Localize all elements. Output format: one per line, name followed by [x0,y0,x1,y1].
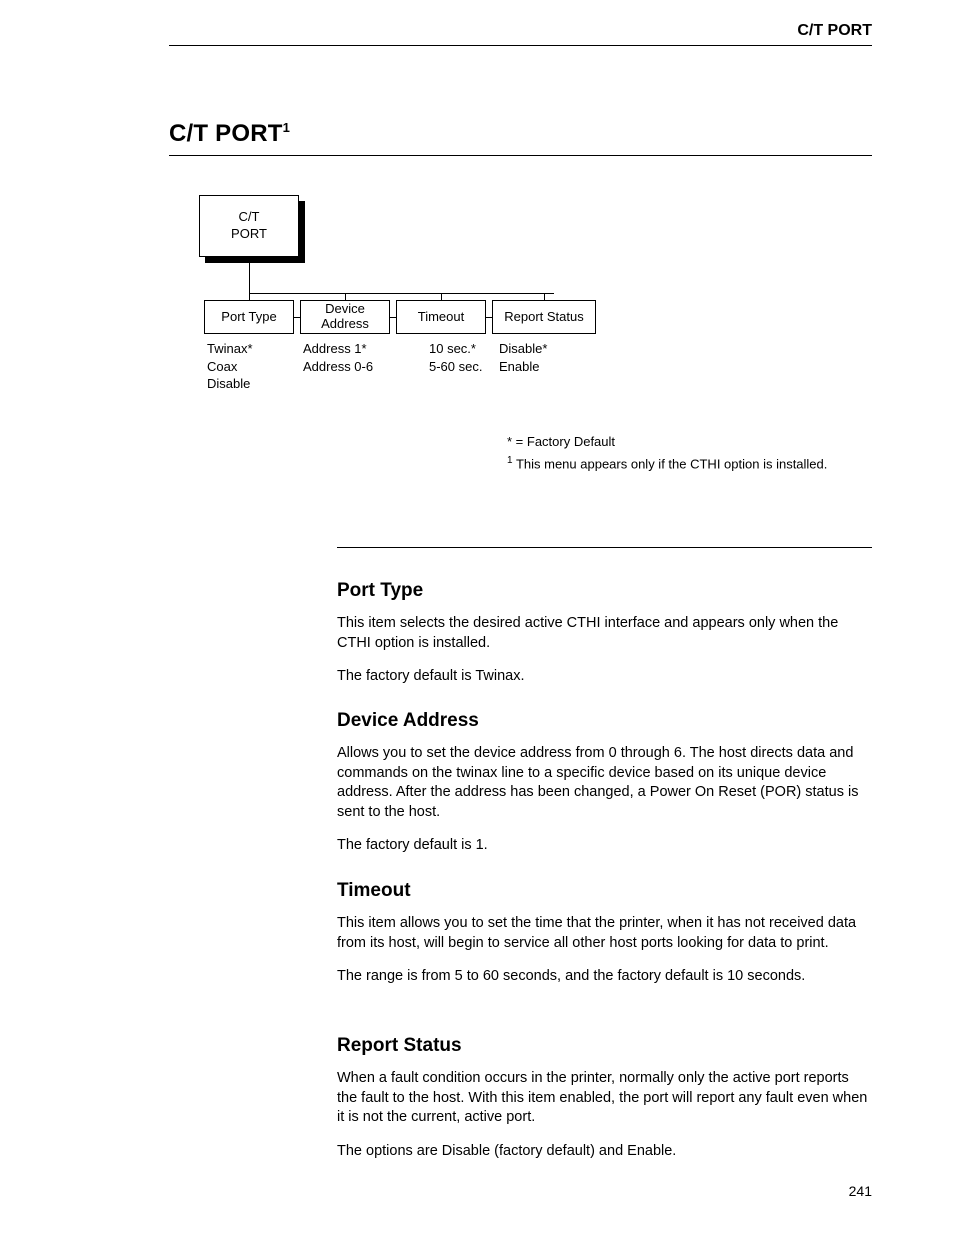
node-label: Port Type [221,310,276,325]
options-timeout: 10 sec.* 5-60 sec. [429,340,482,375]
paragraph: When a fault condition occurs in the pri… [337,1069,872,1128]
node-label: Report Status [504,310,584,325]
section-title: C/T PORT1 [169,120,290,148]
paragraph: This item selects the desired active CTH… [337,614,872,653]
option-text: 5-60 sec. [429,358,482,376]
root-node: C/T PORT [199,195,299,257]
option-text: Address 0-6 [303,358,373,376]
heading-report-status: Report Status [337,1035,872,1057]
connector-stub [544,293,545,300]
option-text: Coax [207,358,253,376]
option-text: Disable* [499,340,547,358]
menu-tree-diagram: C/T PORT Port Type DeviceAddress Timeout… [199,195,619,405]
connector-v [249,263,250,293]
section-title-sup: 1 [283,120,290,135]
node-timeout: Timeout [396,300,486,334]
footnote-sup: 1 [507,455,513,466]
heading-port-type: Port Type [337,580,872,602]
footnote-1: This menu appears only if the CTHI optio… [516,456,827,471]
section-title-text: C/T PORT [169,120,283,147]
section-report-status: Report Status When a fault condition occ… [337,1035,872,1175]
heading-timeout: Timeout [337,880,872,902]
section-rule [169,155,872,156]
option-text: 10 sec.* [429,340,482,358]
heading-device-address: Device Address [337,710,872,732]
root-line2: PORT [231,226,267,243]
section-timeout: Timeout This item allows you to set the … [337,880,872,1001]
option-text: Address 1* [303,340,373,358]
paragraph: The range is from 5 to 60 seconds, and t… [337,967,872,987]
root-line1: C/T [239,209,260,226]
connector-stub [345,293,346,300]
section-divider [337,547,872,548]
top-rule [169,45,872,46]
node-label: Timeout [418,310,464,325]
node-label-line1: Device [325,302,365,317]
footnotes: * = Factory Default 1 This menu appears … [507,432,827,475]
section-port-type: Port Type This item selects the desired … [337,580,872,701]
footnote-default: * = Factory Default [507,432,827,453]
option-text: Twinax* [207,340,253,358]
connector-stub [249,293,250,300]
page-number: 241 [849,1183,872,1199]
header-right: C/T PORT [797,22,872,40]
node-label-line2: Address [321,317,369,332]
options-port-type: Twinax* Coax Disable [207,340,253,393]
options-device-address: Address 1* Address 0-6 [303,340,373,375]
paragraph: The factory default is 1. [337,836,872,856]
node-device-address: DeviceAddress [300,300,390,334]
paragraph: The options are Disable (factory default… [337,1142,872,1162]
option-text: Disable [207,375,253,393]
paragraph: The factory default is Twinax. [337,667,872,687]
option-text: Enable [499,358,547,376]
connector-h [249,293,554,294]
section-device-address: Device Address Allows you to set the dev… [337,710,872,870]
paragraph: Allows you to set the device address fro… [337,744,872,822]
node-report-status: Report Status [492,300,596,334]
node-port-type: Port Type [204,300,294,334]
paragraph: This item allows you to set the time tha… [337,914,872,953]
connector-stub [441,293,442,300]
options-report-status: Disable* Enable [499,340,547,375]
